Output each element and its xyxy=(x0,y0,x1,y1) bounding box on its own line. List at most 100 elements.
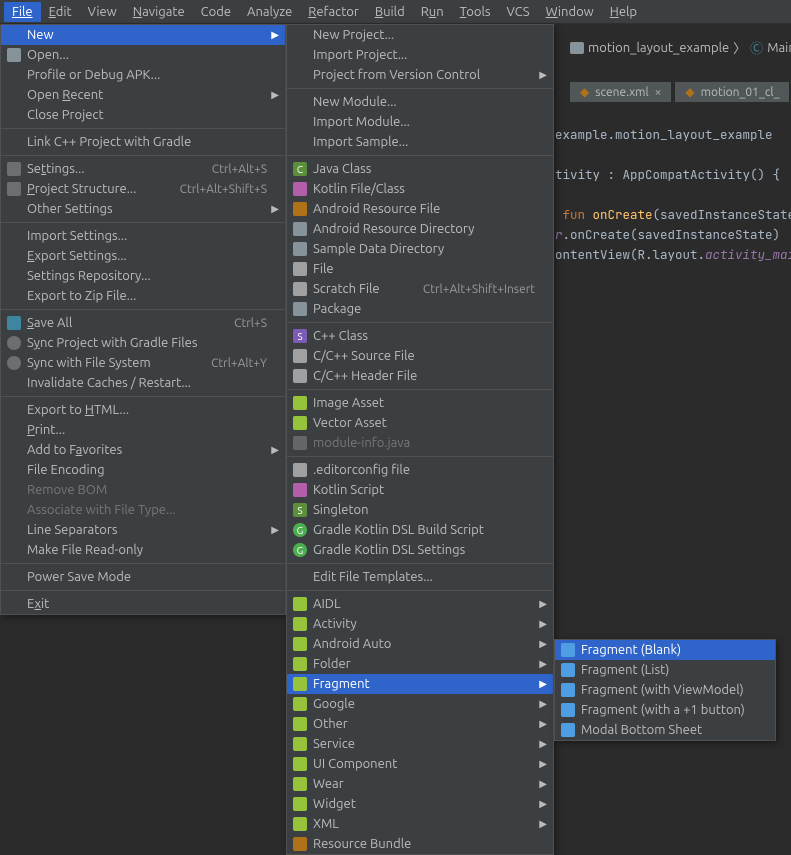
menu-invalidate-caches[interactable]: Invalidate Caches / Restart... xyxy=(1,373,285,393)
menu-android-resource-file[interactable]: Android Resource File xyxy=(287,199,553,219)
menu-scratch-file[interactable]: Scratch FileCtrl+Alt+Shift+Insert xyxy=(287,279,553,299)
menubar-window[interactable]: Window xyxy=(538,2,602,22)
menu-fragment-plus1[interactable]: Fragment (with a +1 button) xyxy=(555,700,775,720)
menu-edit-templates[interactable]: Edit File Templates... xyxy=(287,567,553,587)
tab-motion[interactable]: ◆ motion_01_cl_ xyxy=(675,82,789,102)
menubar-code[interactable]: Code xyxy=(193,2,239,22)
menu-new-module[interactable]: New Module... xyxy=(287,92,553,112)
menu-settings-repository[interactable]: Settings Repository... xyxy=(1,266,285,286)
android-icon xyxy=(292,776,308,792)
menubar-help[interactable]: Help xyxy=(602,2,645,22)
package-icon xyxy=(292,301,308,317)
menu-export-settings[interactable]: Export Settings... xyxy=(1,246,285,266)
menu-export-zip[interactable]: Export to Zip File... xyxy=(1,286,285,306)
menu-import-project[interactable]: Import Project... xyxy=(287,45,553,65)
menu-file[interactable]: File xyxy=(287,259,553,279)
menubar-file[interactable]: File xyxy=(4,2,41,22)
menu-other[interactable]: Other▶ xyxy=(287,714,553,734)
menu-exit[interactable]: Exit xyxy=(1,594,285,614)
menu-new-project[interactable]: New Project... xyxy=(287,25,553,45)
menu-xml[interactable]: XML▶ xyxy=(287,814,553,834)
menu-settings[interactable]: Settings...Ctrl+Alt+S xyxy=(1,159,285,179)
menu-c-header[interactable]: C/C++ Header File xyxy=(287,366,553,386)
crumb-class[interactable]: MainAc xyxy=(767,41,791,55)
menu-aidl[interactable]: AIDL▶ xyxy=(287,594,553,614)
menu-vector-asset[interactable]: Vector Asset xyxy=(287,413,553,433)
menu-image-asset[interactable]: Image Asset xyxy=(287,393,553,413)
menubar-vcs[interactable]: VCS xyxy=(499,2,538,22)
android-icon xyxy=(292,636,308,652)
menu-android-resource-dir[interactable]: Android Resource Directory xyxy=(287,219,553,239)
menu-file-encoding[interactable]: File Encoding xyxy=(1,460,285,480)
menu-import-sample[interactable]: Import Sample... xyxy=(287,132,553,152)
menu-project-structure[interactable]: Project Structure...Ctrl+Alt+Shift+S xyxy=(1,179,285,199)
menubar-tools[interactable]: Tools xyxy=(452,2,499,22)
menubar: File Edit View Navigate Code Analyze Ref… xyxy=(0,0,791,24)
menu-save-all[interactable]: Save AllCtrl+S xyxy=(1,313,285,333)
menu-fragment-blank[interactable]: Fragment (Blank) xyxy=(555,640,775,660)
menu-resource-bundle[interactable]: Resource Bundle xyxy=(287,834,553,854)
tab-scene[interactable]: ◆ scene.xml × xyxy=(570,82,671,102)
menu-activity[interactable]: Activity▶ xyxy=(287,614,553,634)
menu-open-recent[interactable]: Open Recent▶ xyxy=(1,85,285,105)
menu-cpp-class[interactable]: SC++ Class xyxy=(287,326,553,346)
menu-fragment-viewmodel[interactable]: Fragment (with ViewModel) xyxy=(555,680,775,700)
submenu-arrow-icon: ▶ xyxy=(539,738,547,750)
menu-other-settings[interactable]: Other Settings▶ xyxy=(1,199,285,219)
menu-close-project[interactable]: Close Project xyxy=(1,105,285,125)
menu-kotlin-file[interactable]: Kotlin File/Class xyxy=(287,179,553,199)
menu-package[interactable]: Package xyxy=(287,299,553,319)
editorconfig-icon xyxy=(292,462,308,478)
fragment-submenu: Fragment (Blank) Fragment (List) Fragmen… xyxy=(554,639,776,741)
menu-line-separators[interactable]: Line Separators▶ xyxy=(1,520,285,540)
submenu-arrow-icon: ▶ xyxy=(271,29,279,41)
menu-gradle-settings[interactable]: GGradle Kotlin DSL Settings xyxy=(287,540,553,560)
menu-open[interactable]: Open... xyxy=(1,45,285,65)
menu-java-class[interactable]: CJava Class xyxy=(287,159,553,179)
menubar-analyze[interactable]: Analyze xyxy=(239,2,300,22)
menu-singleton[interactable]: SSingleton xyxy=(287,500,553,520)
menu-modal-bottom-sheet[interactable]: Modal Bottom Sheet xyxy=(555,720,775,740)
menu-export-html[interactable]: Export to HTML... xyxy=(1,400,285,420)
menu-project-from-vc[interactable]: Project from Version Control▶ xyxy=(287,65,553,85)
android-icon xyxy=(292,656,308,672)
menu-android-auto[interactable]: Android Auto▶ xyxy=(287,634,553,654)
menu-separator xyxy=(287,563,553,564)
code-editor[interactable]: example.motion_layout_example tivity : A… xyxy=(555,105,791,265)
close-icon[interactable]: × xyxy=(655,86,662,99)
menubar-view[interactable]: View xyxy=(80,2,125,22)
menu-fragment[interactable]: Fragment▶ xyxy=(287,674,553,694)
menu-add-favorites[interactable]: Add to Favorites▶ xyxy=(1,440,285,460)
menu-new[interactable]: New▶ xyxy=(1,25,285,45)
android-icon xyxy=(292,756,308,772)
menu-gradle-build-script[interactable]: GGradle Kotlin DSL Build Script xyxy=(287,520,553,540)
menubar-navigate[interactable]: Navigate xyxy=(125,2,193,22)
menu-power-save[interactable]: Power Save Mode xyxy=(1,567,285,587)
menu-sync-fs[interactable]: Sync with File SystemCtrl+Alt+Y xyxy=(1,353,285,373)
wrench-icon xyxy=(6,161,22,177)
menu-ui-component[interactable]: UI Component▶ xyxy=(287,754,553,774)
menu-import-settings[interactable]: Import Settings... xyxy=(1,226,285,246)
menu-kotlin-script[interactable]: Kotlin Script xyxy=(287,480,553,500)
menubar-run[interactable]: Run xyxy=(413,2,452,22)
menu-link-cpp[interactable]: Link C++ Project with Gradle xyxy=(1,132,285,152)
crumb-folder[interactable]: motion_layout_example xyxy=(588,41,729,55)
menu-sync-gradle[interactable]: Sync Project with Gradle Files xyxy=(1,333,285,353)
menu-fragment-list[interactable]: Fragment (List) xyxy=(555,660,775,680)
menu-service[interactable]: Service▶ xyxy=(287,734,553,754)
menu-profile-apk[interactable]: Profile or Debug APK... xyxy=(1,65,285,85)
menu-editorconfig[interactable]: .editorconfig file xyxy=(287,460,553,480)
menu-widget[interactable]: Widget▶ xyxy=(287,794,553,814)
menu-readonly[interactable]: Make File Read-only xyxy=(1,540,285,560)
menu-google[interactable]: Google▶ xyxy=(287,694,553,714)
menu-wear[interactable]: Wear▶ xyxy=(287,774,553,794)
menu-folder[interactable]: Folder▶ xyxy=(287,654,553,674)
menu-print[interactable]: Print... xyxy=(1,420,285,440)
menubar-edit[interactable]: Edit xyxy=(41,2,80,22)
menu-c-source[interactable]: C/C++ Source File xyxy=(287,346,553,366)
menubar-refactor[interactable]: Refactor xyxy=(300,2,367,22)
file-icon xyxy=(292,261,308,277)
menu-import-module[interactable]: Import Module... xyxy=(287,112,553,132)
menu-sample-data-dir[interactable]: Sample Data Directory xyxy=(287,239,553,259)
menubar-build[interactable]: Build xyxy=(367,2,413,22)
